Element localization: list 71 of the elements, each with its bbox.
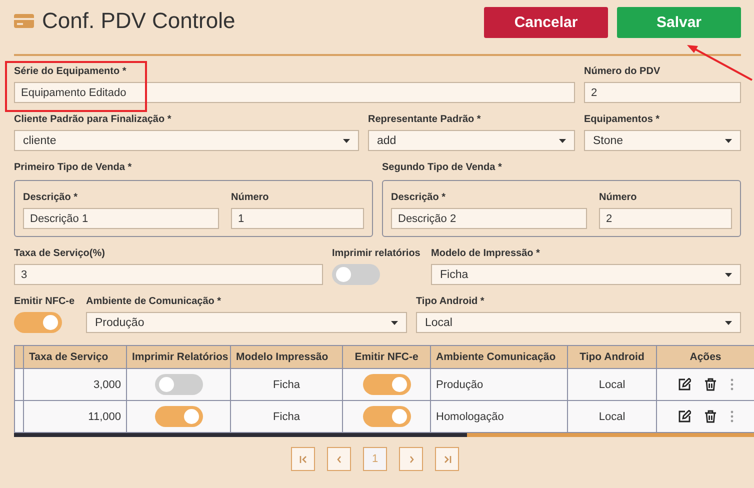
next-page-icon[interactable] — [399, 447, 423, 471]
first-page-icon[interactable] — [291, 447, 315, 471]
input-field[interactable]: Equipamento Editado — [14, 82, 575, 103]
input-field[interactable]: 2 — [599, 208, 732, 229]
caret-icon — [559, 138, 566, 142]
field-label: Descrição * — [23, 191, 78, 205]
toggle-switch[interactable] — [154, 374, 202, 395]
column-header: Ambiente Comunicação — [430, 346, 568, 368]
last-page-icon[interactable] — [435, 447, 459, 471]
field-label: Imprimir relatórios — [332, 247, 422, 261]
select-field[interactable]: Stone — [584, 130, 741, 151]
field-label: Emitir NFC-e — [14, 295, 76, 309]
select-field[interactable]: Produção — [86, 312, 407, 333]
table-cell: Produção — [430, 368, 568, 400]
caret-icon — [725, 138, 732, 142]
column-header: Emitir NFC-e — [342, 346, 430, 368]
input-field[interactable]: 2 — [584, 82, 741, 103]
caret-icon — [725, 320, 732, 324]
input-field[interactable]: Descrição 2 — [391, 208, 587, 229]
table-cell: 11,000 — [24, 400, 126, 432]
select-field[interactable]: Ficha — [431, 264, 741, 285]
trash-icon[interactable] — [704, 378, 716, 391]
column-header: Taxa de Serviço — [24, 346, 126, 368]
previous-page-icon[interactable] — [327, 447, 351, 471]
table-cell: Homologação — [430, 400, 568, 432]
select-field[interactable]: add — [368, 130, 575, 151]
field-label: Cliente Padrão para Finalização * — [14, 113, 172, 127]
table-cell: Local — [568, 400, 656, 432]
field-label: Equipamentos * — [584, 113, 661, 127]
field-label: Tipo Android * — [416, 295, 486, 309]
input-field[interactable]: 1 — [231, 208, 364, 229]
column-header: Ações — [656, 346, 754, 368]
field-label: Série do Equipamento * — [14, 65, 128, 79]
more-icon[interactable] — [730, 378, 734, 391]
field-label: Modelo de Impressão * — [431, 247, 541, 261]
table-cell: 3,000 — [24, 368, 126, 400]
table-cell: Local — [568, 368, 656, 400]
column-header: Tipo Android — [568, 346, 656, 368]
field-label: Segundo Tipo de Venda * — [382, 161, 503, 175]
field-label: Descrição * — [391, 191, 446, 205]
field-label: Número — [599, 191, 638, 205]
field-label: Primeiro Tipo de Venda * — [14, 161, 133, 175]
field-label: Número do PDV — [584, 65, 662, 79]
card-icon — [14, 14, 34, 28]
field-label: Ambiente de Comunicação * — [86, 295, 222, 309]
toggle-switch[interactable] — [362, 374, 410, 395]
page-title: Conf. PDV Controle — [42, 8, 236, 34]
edit-icon[interactable] — [678, 410, 690, 423]
table-cell: Ficha — [230, 368, 342, 400]
field-label: Representante Padrão * — [368, 113, 482, 127]
cancel-button[interactable]: Cancelar — [484, 7, 608, 38]
field-label: Número — [231, 191, 270, 205]
input-field[interactable]: Descrição 1 — [23, 208, 219, 229]
select-field[interactable]: Local — [416, 312, 741, 333]
edit-icon[interactable] — [678, 378, 690, 391]
trash-icon[interactable] — [704, 410, 716, 423]
input-field[interactable]: 3 — [14, 264, 323, 285]
toggle-switch[interactable] — [14, 312, 62, 333]
scrollbar[interactable] — [14, 433, 754, 437]
table-cell: Ficha — [230, 400, 342, 432]
field-label: Taxa de Serviço(%) — [14, 247, 106, 261]
column-header: Imprimir Relatórios — [126, 346, 230, 368]
toggle-switch[interactable] — [362, 406, 410, 427]
select-field[interactable]: cliente — [14, 130, 359, 151]
caret-icon — [343, 138, 350, 142]
column-header: Modelo Impressão — [230, 346, 342, 368]
caret-icon — [725, 272, 732, 276]
more-icon[interactable] — [730, 410, 734, 423]
toggle-switch[interactable] — [154, 406, 202, 427]
caret-icon — [391, 320, 398, 324]
toggle-switch[interactable] — [332, 264, 380, 285]
